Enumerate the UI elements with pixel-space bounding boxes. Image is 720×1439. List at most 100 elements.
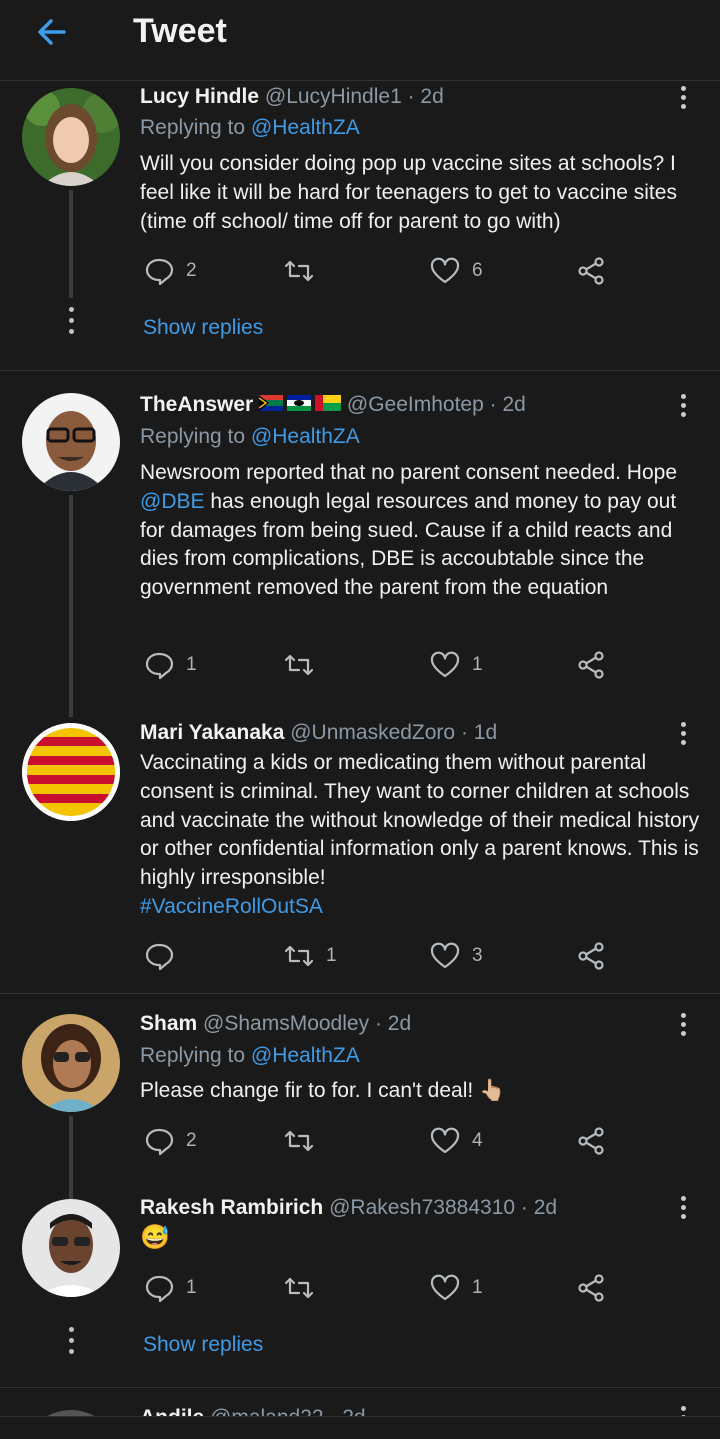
author-name[interactable]: Lucy Hindle [140,85,259,108]
bottom-bar [0,1416,720,1439]
avatar[interactable] [22,1014,120,1112]
author-name[interactable]: Mari Yakanaka [140,721,284,744]
tweet-time: · 2d [374,1012,412,1035]
like-button[interactable]: 3 [430,939,483,973]
tweet-actions: 2 4 [140,1124,620,1158]
like-button[interactable]: 1 [430,648,483,682]
tweet-time: · 1d [460,721,498,744]
reply-button[interactable]: 1 [144,1271,197,1305]
avatar[interactable] [22,393,120,491]
like-button[interactable]: 6 [430,254,483,288]
reply-icon [145,1275,174,1303]
reply-button[interactable] [144,939,186,973]
like-icon [430,942,460,969]
tweet-time: · 2d [489,393,526,416]
like-count: 1 [472,1277,483,1298]
author-handle[interactable]: @ShamsMoodley [203,1012,369,1035]
author-handle[interactable]: @LucyHindle1 [265,85,402,108]
tweet-text: Vaccinating a kids or medicating them wi… [140,751,700,918]
share-icon [578,257,604,285]
reply-icon [145,652,174,680]
show-replies-link[interactable]: Show replies [143,1333,263,1357]
reply-button[interactable]: 2 [144,1124,197,1158]
retweet-icon [284,1277,314,1299]
more-icon[interactable] [673,86,693,114]
more-icon[interactable] [673,1196,693,1224]
reply-button[interactable]: 1 [144,648,197,682]
author-handle[interactable]: @UnmaskedZoro [290,721,455,744]
back-arrow-icon[interactable] [30,10,74,54]
tweet-header: Lucy Hindle @LucyHindle1 · 2d [140,85,444,109]
author-name[interactable]: TheAnswer [140,393,253,416]
retweet-button[interactable] [284,254,326,288]
reply-count: 1 [186,1277,197,1298]
retweet-icon [284,1130,314,1152]
avatar[interactable] [22,1199,120,1297]
like-count: 1 [472,654,483,675]
thread-dots [66,307,76,340]
reply-button[interactable]: 2 [144,254,197,288]
show-replies-link[interactable]: Show replies [143,316,263,340]
tweet-actions: 1 1 [140,648,620,682]
retweet-button[interactable] [284,1124,326,1158]
retweet-icon [284,260,314,282]
avatar[interactable] [22,723,120,821]
tweet-text: Will you consider doing pop up vaccine s… [140,152,677,233]
share-icon [578,1127,604,1155]
reply-count: 2 [186,1130,197,1151]
mention-dbe[interactable]: @DBE [140,490,205,513]
tweet-actions: 2 6 [140,254,620,288]
tweet-actions: 1 1 [140,1271,620,1305]
reply-count: 2 [186,260,197,281]
like-count: 6 [472,260,483,281]
retweet-button[interactable]: 1 [284,939,337,973]
thread-line [69,495,73,717]
share-button[interactable] [576,1124,606,1158]
retweet-button[interactable] [284,648,326,682]
share-button[interactable] [576,254,606,288]
retweet-icon [284,945,314,967]
author-handle[interactable]: @GeeImhotep [347,393,484,416]
more-icon[interactable] [673,394,693,422]
share-button[interactable] [576,939,606,973]
author-name[interactable]: Sham [140,1012,197,1035]
tweet-time: · 2d [407,85,444,108]
thread-dots [66,1327,76,1360]
divider [0,370,720,371]
author-handle[interactable]: @Rakesh73884310 [329,1196,515,1219]
retweet-button[interactable] [284,1271,326,1305]
retweet-count: 1 [326,945,337,966]
tweet-header: Sham @ShamsMoodley · 2d [140,1012,411,1036]
share-icon [578,942,604,970]
reply-count: 1 [186,654,197,675]
avatar[interactable] [22,88,120,186]
like-icon [430,257,460,284]
more-icon[interactable] [673,722,693,750]
mention-link[interactable]: @HealthZA [251,116,360,139]
mention-link[interactable]: @HealthZA [251,425,360,448]
like-count: 3 [472,945,483,966]
reply-icon [145,943,174,971]
flag-icons [258,393,342,419]
top-bar: Tweet [0,0,720,81]
more-icon[interactable] [673,1013,693,1041]
mention-link[interactable]: @HealthZA [251,1044,360,1067]
share-button[interactable] [576,1271,606,1305]
tweet-text: Newsroom reported that no parent consent… [140,461,678,600]
like-button[interactable]: 4 [430,1124,483,1158]
tweet-header: TheAnswer @GeeImhotep · 2d [140,393,526,419]
divider [0,993,720,994]
tweet-text: Please change fir to for. I can't deal! … [140,1079,506,1102]
tweet-header: Rakesh Rambirich @Rakesh73884310 · 2d [140,1196,557,1220]
hashtag-link[interactable]: #VaccineRollOutSA [140,895,323,918]
tweet-time: · 2d [520,1196,558,1219]
page-title: Tweet [133,12,227,50]
like-button[interactable]: 1 [430,1271,483,1305]
share-icon [578,651,604,679]
share-icon [578,1274,604,1302]
like-count: 4 [472,1130,483,1151]
share-button[interactable] [576,648,606,682]
thread-line [69,1116,73,1201]
thread-line [69,190,73,298]
author-name[interactable]: Rakesh Rambirich [140,1196,323,1219]
